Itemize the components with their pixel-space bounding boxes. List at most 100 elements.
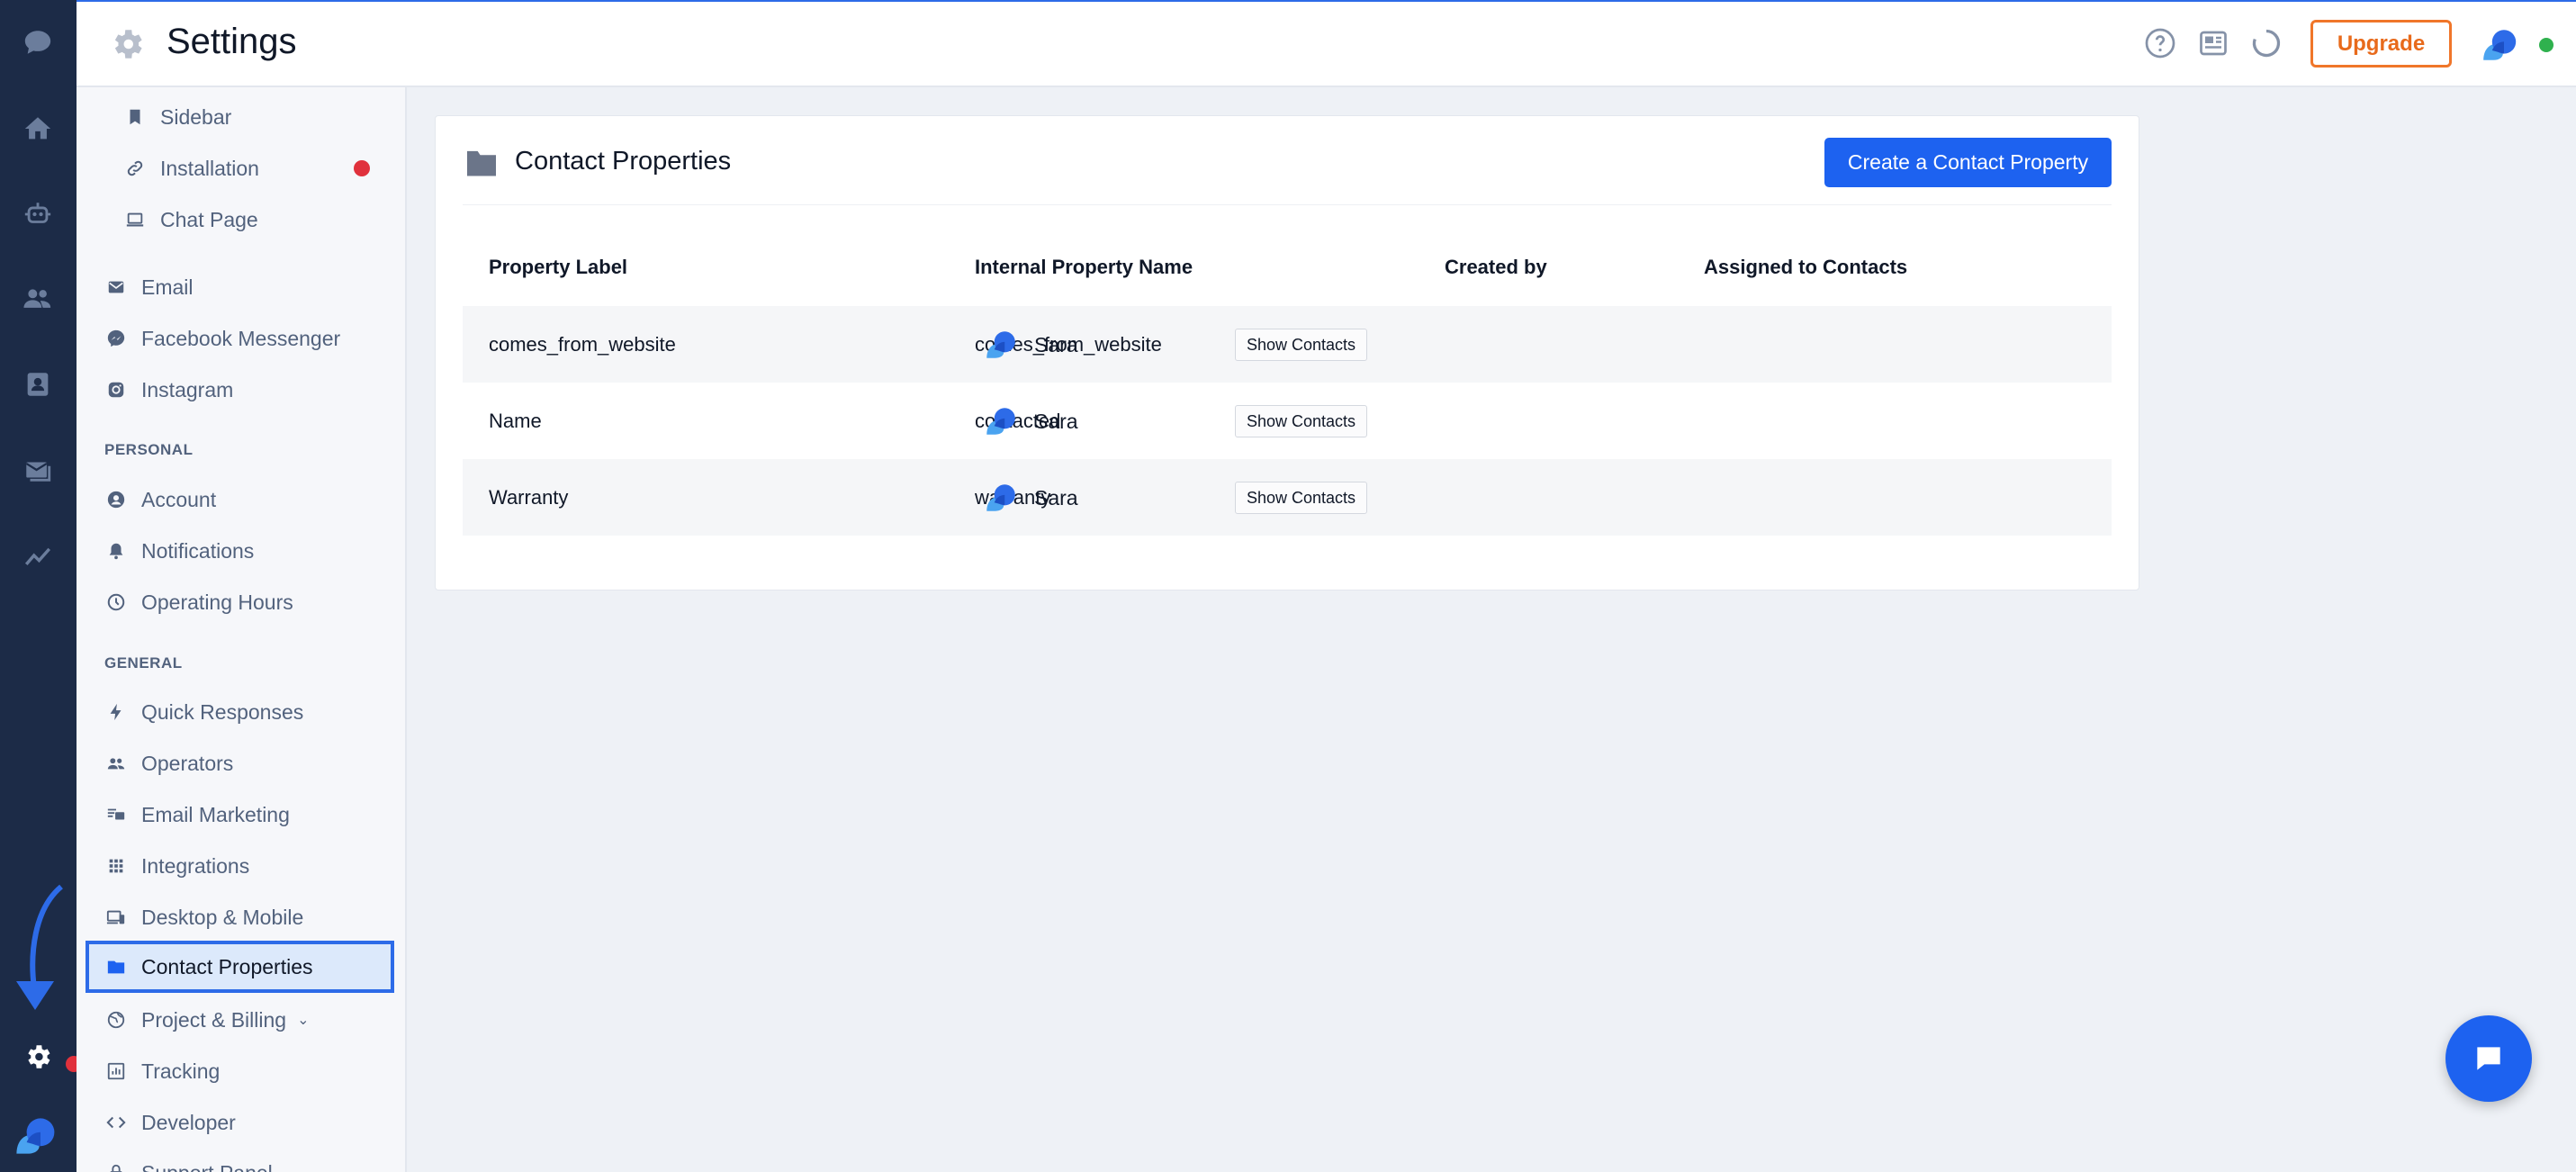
header-bar: Settings Upgrade <box>77 2 2576 87</box>
table-row[interactable]: Name contacted Sara Show Contacts <box>463 383 2112 459</box>
loading-icon[interactable] <box>2250 27 2283 59</box>
avatar <box>986 484 1015 511</box>
avatar <box>986 408 1015 435</box>
sidebar-item-project-billing[interactable]: Project & Billing ⌄ <box>86 996 394 1043</box>
instagram-icon <box>105 379 127 401</box>
show-contacts-button[interactable]: Show Contacts <box>1235 405 1368 437</box>
upgrade-button[interactable]: Upgrade <box>2310 20 2452 68</box>
home-icon[interactable] <box>15 106 60 151</box>
avatar[interactable] <box>2477 23 2520 67</box>
avatar <box>986 331 1015 358</box>
created-by-cell: Sara <box>1034 333 1078 356</box>
sidebar-item-support-panel[interactable]: Support Panel <box>86 1149 394 1172</box>
grid-icon <box>105 855 127 877</box>
help-icon[interactable] <box>2144 27 2176 59</box>
account-icon <box>105 489 127 510</box>
sidebar-item-label: Chat Page <box>160 207 258 231</box>
operators-icon <box>105 753 127 774</box>
sidebar-item-quick-responses[interactable]: Quick Responses <box>86 689 394 735</box>
sidebar-item-label: Sidebar <box>160 104 232 129</box>
email-marketing-icon <box>105 804 127 825</box>
sidebar-item-label: Integrations <box>141 853 250 878</box>
chart-icon <box>105 1060 127 1082</box>
link-icon <box>124 158 146 179</box>
sidebar-item-installation[interactable]: Installation <box>86 145 394 192</box>
sidebar-item-chat-page[interactable]: Chat Page <box>86 196 394 243</box>
sidebar-item-label: Tracking <box>141 1059 221 1083</box>
sidebar-item-label: Desktop & Mobile <box>141 905 304 929</box>
installation-alert-dot <box>354 160 370 176</box>
sidebar-item-label: Notifications <box>141 538 255 563</box>
chat-widget-button[interactable] <box>2445 1015 2532 1102</box>
column-header-created-by: Created by <box>1445 256 1547 278</box>
people-icon[interactable] <box>15 276 60 321</box>
sidebar-item-label: Operators <box>141 751 234 775</box>
sidebar-item-label: Contact Properties <box>141 954 313 978</box>
show-contacts-button[interactable]: Show Contacts <box>1235 482 1368 514</box>
sidebar-item-contact-properties[interactable]: Contact Properties <box>86 941 394 993</box>
column-header-property-label: Property Label <box>489 256 628 278</box>
sidebar-item-label: Email <box>141 275 194 299</box>
sidebar-item-sidebar[interactable]: Sidebar <box>86 94 394 140</box>
sidebar-item-label: Installation <box>160 156 259 180</box>
sidebar-item-label: Facebook Messenger <box>141 326 341 350</box>
table-row[interactable]: comes_from_website comes_from_website Sa… <box>463 306 2112 383</box>
pointer-arrow-icon <box>16 884 63 1010</box>
folder-icon <box>467 150 496 176</box>
sidebar-item-developer[interactable]: Developer <box>86 1099 394 1146</box>
sidebar-item-notifications[interactable]: Notifications <box>86 527 394 574</box>
sidebar-item-label: Project & Billing <box>141 1007 287 1032</box>
sidebar-item-desktop-mobile[interactable]: Desktop & Mobile <box>86 894 394 941</box>
sidebar-item-tracking[interactable]: Tracking <box>86 1048 394 1095</box>
contacts-icon[interactable] <box>15 362 60 407</box>
sidebar-item-label: Account <box>141 487 217 511</box>
brand-logo-icon[interactable] <box>7 1109 61 1163</box>
section-heading-personal: PERSONAL <box>104 441 194 458</box>
clock-icon <box>105 591 127 613</box>
property-label-cell: comes_from_website <box>489 333 676 356</box>
chevron-down-icon[interactable]: ⌄ <box>297 1011 309 1029</box>
sidebar-item-instagram[interactable]: Instagram <box>86 366 394 413</box>
table-row[interactable]: Warranty warranty Sara Show Contacts <box>463 459 2112 536</box>
sidebar-item-label: Developer <box>141 1110 236 1134</box>
sidebar-item-facebook-messenger[interactable]: Facebook Messenger <box>86 315 394 362</box>
column-header-internal-name: Internal Property Name <box>975 256 1193 278</box>
property-label-cell: Warranty <box>489 486 569 509</box>
devices-icon <box>105 906 127 928</box>
show-contacts-button[interactable]: Show Contacts <box>1235 329 1368 361</box>
property-label-cell: Name <box>489 410 542 432</box>
sidebar-item-label: Email Marketing <box>141 802 290 826</box>
inbox-icon[interactable] <box>15 447 60 492</box>
lock-icon <box>105 1162 127 1172</box>
sidebar-item-label: Support Panel <box>141 1161 273 1172</box>
analytics-icon[interactable] <box>15 533 60 578</box>
settings-icon[interactable] <box>15 1034 60 1079</box>
sidebar-item-label: Instagram <box>141 377 234 401</box>
sidebar-item-operating-hours[interactable]: Operating Hours <box>86 579 394 626</box>
divider <box>463 204 2112 205</box>
sidebar-item-integrations[interactable]: Integrations <box>86 843 394 889</box>
created-by-cell: Sara <box>1034 410 1078 433</box>
globe-icon <box>105 1009 127 1031</box>
laptop-icon <box>124 209 146 230</box>
page-title: Settings <box>167 22 297 61</box>
sidebar-item-label: Operating Hours <box>141 590 293 614</box>
mail-icon <box>105 276 127 298</box>
chat-bubble-icon <box>2477 1047 2500 1070</box>
contact-properties-card: Contact Properties Create a Contact Prop… <box>435 115 2139 591</box>
folder-icon <box>105 956 127 978</box>
create-contact-property-button[interactable]: Create a Contact Property <box>1824 138 2112 187</box>
messenger-icon <box>105 328 127 349</box>
news-icon[interactable] <box>2197 27 2229 59</box>
sidebar-item-account[interactable]: Account <box>86 476 394 523</box>
bell-icon <box>105 540 127 562</box>
sidebar-item-email-marketing[interactable]: Email Marketing <box>86 791 394 838</box>
sidebar-item-email[interactable]: Email <box>86 264 394 311</box>
bot-icon[interactable] <box>15 192 60 237</box>
chat-icon[interactable] <box>15 20 60 65</box>
sidebar-item-label: Quick Responses <box>141 699 304 724</box>
sidebar-item-operators[interactable]: Operators <box>86 740 394 787</box>
settings-gear-icon <box>114 30 142 59</box>
online-status-dot <box>2539 38 2553 52</box>
section-heading-general: GENERAL <box>104 654 183 672</box>
